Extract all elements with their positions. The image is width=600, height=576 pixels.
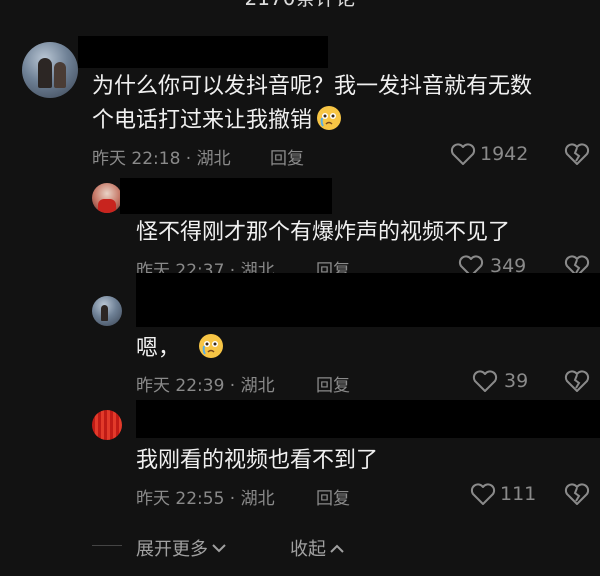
chevron-up-icon — [330, 537, 344, 558]
redacted-username — [120, 178, 332, 214]
redacted-username — [78, 36, 328, 68]
avatar[interactable] — [22, 42, 78, 98]
expand-more-button[interactable]: 展开更多 — [136, 535, 226, 561]
avatar[interactable] — [92, 183, 122, 213]
avatar[interactable] — [92, 296, 122, 326]
reply-text: 嗯， — [136, 332, 224, 366]
comment-text: 为什么你可以发抖音呢？我一发抖音就有无数 — [92, 74, 533, 99]
collapse-button[interactable]: 收起 — [290, 535, 344, 561]
reply-text: 我刚看的视频也看不到了 — [136, 448, 379, 473]
redacted-username — [136, 273, 600, 327]
broken-heart-icon[interactable] — [564, 482, 590, 506]
reply-meta: 昨天 22:39 · 湖北 — [136, 376, 275, 396]
reply-button[interactable]: 回复 — [316, 371, 350, 396]
heart-icon[interactable] — [450, 142, 476, 166]
heart-icon[interactable] — [470, 482, 496, 506]
crying-face-emoji — [316, 105, 342, 131]
chevron-down-icon — [212, 537, 226, 558]
avatar[interactable] — [92, 410, 122, 440]
like-count: 39 — [504, 370, 529, 392]
reply-text: 怪不得刚才那个有爆炸声的视频不见了 — [136, 220, 511, 245]
reply-button[interactable]: 回复 — [270, 144, 304, 169]
like-count: 111 — [500, 483, 537, 505]
heart-icon[interactable] — [472, 369, 498, 393]
comment-meta: 昨天 22:18 · 湖北 — [92, 149, 231, 169]
reply-button[interactable]: 回复 — [316, 484, 350, 509]
reply-meta: 昨天 22:55 · 湖北 — [136, 489, 275, 509]
broken-heart-icon[interactable] — [564, 142, 590, 166]
redacted-username — [136, 400, 600, 438]
broken-heart-icon[interactable] — [564, 369, 590, 393]
comment-text: 个电话打过来让我撤销 — [92, 104, 342, 138]
divider — [92, 545, 122, 546]
comments-count-header: 2170条评论 — [0, 0, 600, 14]
like-count: 1942 — [480, 143, 529, 165]
crying-face-emoji — [198, 333, 224, 359]
